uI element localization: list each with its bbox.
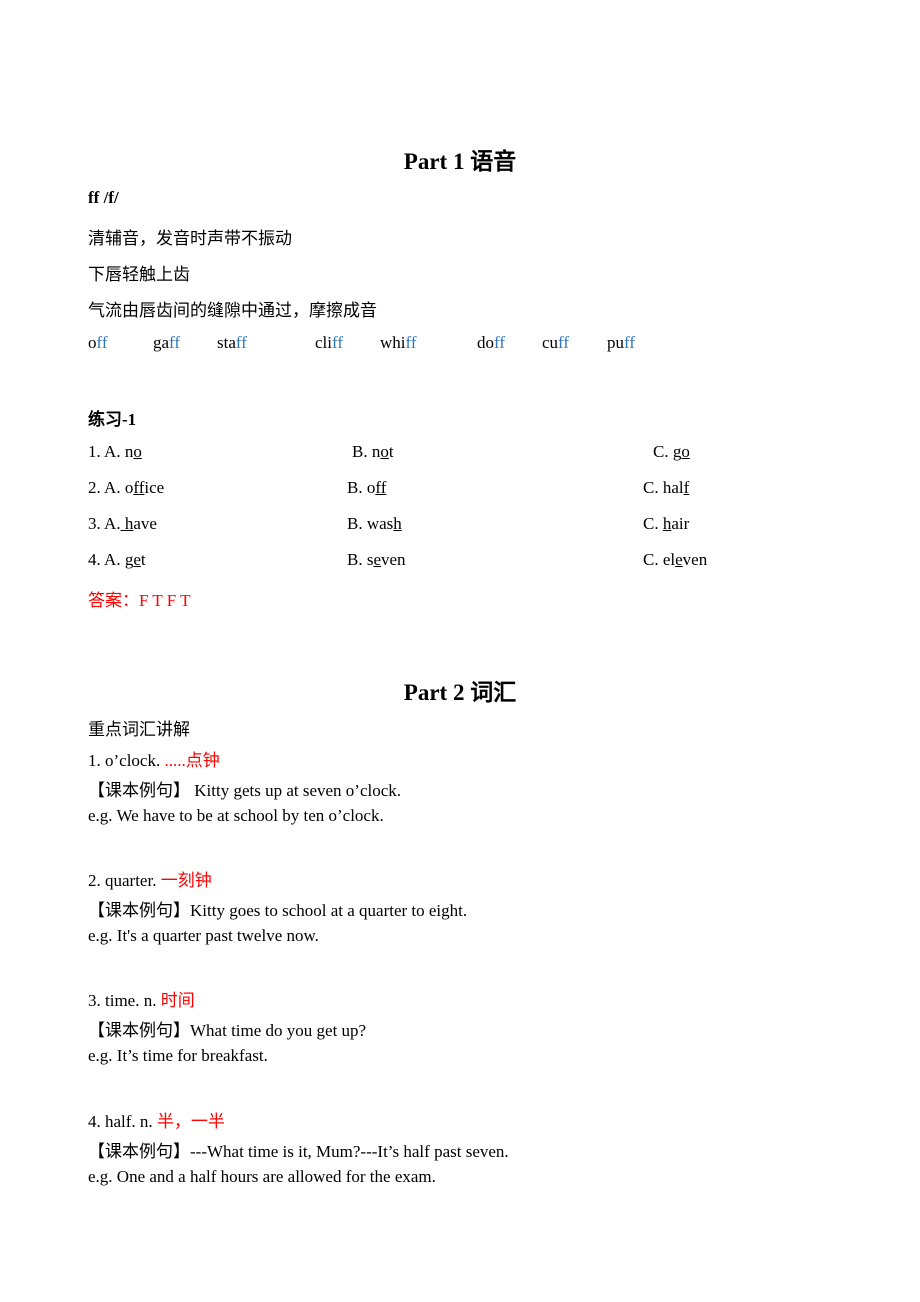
example-sentence: e.g. We have to be at school by ten o’cl… [88,806,384,825]
example-word: gaff [153,333,181,352]
example-word: doff [477,333,506,352]
answer-key: 答案：F T F T [88,591,191,610]
vocab-headword: 4. half. n. 半，一半 [88,1112,225,1131]
exercise-title: 练习-1 [88,410,137,429]
vocab-subtitle: 重点词汇讲解 [88,720,190,739]
option-C: C. half [643,478,690,497]
option-A: 4. A. get [88,550,146,569]
vocab-meaning: 一刻钟 [160,871,212,890]
phoneme-desc-1: 清辅音，发音时声带不振动 [88,229,292,248]
textbook-example: 【课本例句】Kitty goes to school at a quarter … [88,901,468,920]
vocab-meaning: 半，一半 [156,1112,225,1131]
phoneme-desc-2: 下唇轻触上齿 [88,265,190,284]
vocab-headword: 1. o’clock. .....点钟 [88,751,220,770]
example-word: whiff [380,333,417,352]
option-B: B. not [352,442,394,461]
phoneme-desc-3: 气流由唇齿间的缝隙中通过，摩擦成音 [88,301,377,320]
vocab-headword: 3. time. n. 时间 [88,991,195,1010]
option-A: 3. A. have [88,514,157,533]
vocab-meaning: .....点钟 [164,751,220,770]
textbook-example: 【课本例句】 Kitty gets up at seven o’clock. [88,781,402,800]
example-word: staff [217,333,247,352]
example-sentence: e.g. It’s time for breakfast. [88,1046,268,1065]
option-A: 1. A. no [88,442,142,461]
option-C: C. hair [643,514,690,533]
phoneme-heading: ff /f/ [88,188,119,207]
option-B: B. off [347,478,387,497]
option-B: B. seven [347,550,406,569]
textbook-example: 【课本例句】What time do you get up? [88,1021,367,1040]
option-C: C. eleven [643,550,708,569]
textbook-example: 【课本例句】---What time is it, Mum?---It’s ha… [88,1142,509,1161]
example-sentence: e.g. One and a half hours are allowed fo… [88,1167,436,1186]
option-B: B. wash [347,514,402,533]
example-sentence: e.g. It's a quarter past twelve now. [88,926,319,945]
vocab-headword: 2. quarter. 一刻钟 [88,871,212,890]
example-word: puff [607,333,636,352]
example-word: off [88,333,108,352]
example-word: cliff [315,333,344,352]
option-C: C. go [653,442,690,461]
part2-title: Part 2 词汇 [403,680,517,705]
example-word: cuff [542,333,570,352]
option-A: 2. A. office [88,478,165,497]
example-words: off gaff staff cliff whiff doff cuff puf… [0,333,920,355]
part1-title: Part 1 语音 [403,149,517,174]
vocab-meaning: 时间 [160,991,195,1010]
